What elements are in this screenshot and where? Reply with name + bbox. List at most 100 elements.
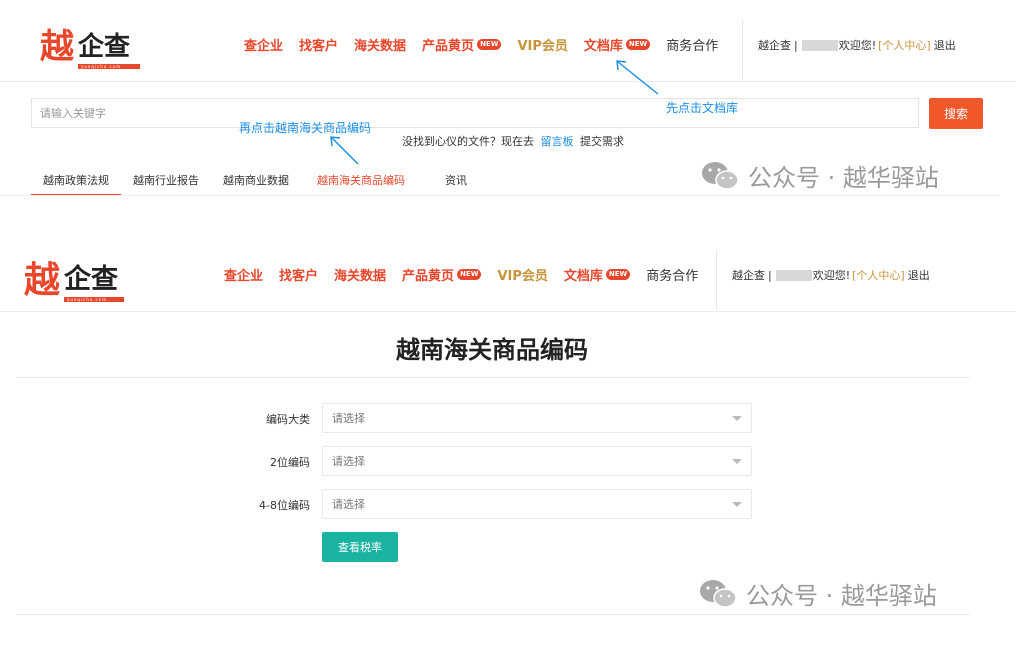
annotation-step1: 先点击文档库 xyxy=(666,101,739,115)
main-nav: 查企业 找客户 海关数据 产品黄页 NEW VIP会员 文档库 NEW 商务合作 xyxy=(244,35,734,54)
view-tax-rate-button[interactable]: 查看税率 xyxy=(322,532,398,562)
site-logo[interactable]: 越 企查 yueqicha.com xyxy=(40,30,140,72)
nav-label: 文档库 xyxy=(583,39,623,54)
logo-text: 企查 xyxy=(64,264,118,295)
nav-find-company[interactable]: 查企业 xyxy=(224,265,263,284)
nav-label: 海关数据 xyxy=(334,269,387,284)
site-logo[interactable]: 越 企查 yueqicha.com xyxy=(24,262,124,304)
tab-policy[interactable]: 越南政策法规 xyxy=(31,172,121,196)
logo-text: 企查 xyxy=(78,32,131,62)
user-center-link[interactable]: [个人中心] xyxy=(878,37,931,53)
select-2digit[interactable]: 请选择 xyxy=(322,446,752,476)
form-label-4-8digit: 4-8位编码 xyxy=(259,499,310,512)
select-placeholder: 请选择 xyxy=(332,498,365,511)
user-site: 越企查 xyxy=(732,269,765,282)
logo-tagline: yueqicha.com xyxy=(81,64,122,69)
tab-news[interactable]: 资讯 xyxy=(429,172,479,196)
main-nav: 查企业 找客户 海关数据 产品黄页 NEW VIP会员 文档库 NEW 商务合作 xyxy=(224,265,714,284)
search-button[interactable]: 搜索 xyxy=(929,98,983,129)
logout-link[interactable]: 退出 xyxy=(908,267,930,283)
chevron-down-icon xyxy=(732,459,742,464)
user-center-link[interactable]: [个人中心] xyxy=(852,267,905,283)
nav-label: 海关数据 xyxy=(354,39,407,54)
nav-label: VIP会员 xyxy=(497,269,548,284)
tabs-bottom-line xyxy=(0,195,1000,196)
nav-doc-library[interactable]: 文档库 NEW xyxy=(563,265,631,284)
nav-label: VIP会员 xyxy=(517,39,568,54)
nav-label: 文档库 xyxy=(563,269,603,284)
logo-char: 越 xyxy=(40,27,74,67)
username-blurred xyxy=(801,39,838,51)
watermark-text: 公众号 · 越华驿站 xyxy=(746,582,937,610)
header-divider xyxy=(742,20,743,80)
logo-char: 越 xyxy=(24,259,61,301)
nav-find-company[interactable]: 查企业 xyxy=(244,35,283,54)
nav-customs-data[interactable]: 海关数据 xyxy=(354,35,406,54)
welcome-text: 欢迎您! xyxy=(812,269,851,282)
nav-label: 找客户 xyxy=(279,269,319,284)
category-tabs: 越南政策法规 越南行业报告 越南商业数据 越南海关商品编码 资讯 xyxy=(31,172,479,196)
select-category[interactable]: 请选择 xyxy=(322,403,752,433)
request-hint: 没找到心仪的文件？现在去 留言板 提交需求 xyxy=(402,133,624,149)
nav-vip[interactable]: VIP会员 xyxy=(497,265,547,284)
nav-business[interactable]: 商务合作 xyxy=(666,35,718,54)
tab-customs-codes[interactable]: 越南海关商品编码 xyxy=(301,172,429,196)
hint-prefix: 没找到心仪的文件？现在去 xyxy=(402,135,534,148)
chevron-down-icon xyxy=(732,502,742,507)
user-sep: | xyxy=(794,38,798,52)
select-4-8digit[interactable]: 请选择 xyxy=(322,489,752,519)
header-divider xyxy=(716,250,717,310)
nav-label: 商务合作 xyxy=(646,269,699,284)
nav-label: 产品黄页 xyxy=(422,39,475,54)
form-label-category: 编码大类 xyxy=(266,413,310,426)
search-input[interactable]: 请输入关键字 xyxy=(31,98,919,128)
nav-vip[interactable]: VIP会员 xyxy=(517,35,567,54)
user-site: 越企查 xyxy=(758,39,791,52)
tab-industry-report[interactable]: 越南行业报告 xyxy=(121,172,211,196)
wechat-icon xyxy=(702,161,739,190)
nav-product-pages[interactable]: 产品黄页 NEW xyxy=(422,35,502,54)
nav-find-customer[interactable]: 找客户 xyxy=(299,35,338,54)
nav-label: 查企业 xyxy=(244,39,284,54)
new-badge: NEW xyxy=(625,39,651,50)
bottom-line xyxy=(16,614,970,615)
select-placeholder: 请选择 xyxy=(332,455,365,468)
nav-doc-library[interactable]: 文档库 NEW xyxy=(583,35,651,54)
welcome-text: 欢迎您! xyxy=(838,39,877,52)
watermark: 公众号 · 越华驿站 xyxy=(700,158,939,193)
user-sep: | xyxy=(768,268,772,282)
watermark-text: 公众号 · 越华驿站 xyxy=(748,164,939,192)
arrow-icon xyxy=(616,60,659,95)
tab-business-data[interactable]: 越南商业数据 xyxy=(211,172,301,196)
new-badge: NEW xyxy=(605,269,631,280)
nav-label: 产品黄页 xyxy=(402,269,455,284)
new-badge: NEW xyxy=(457,269,482,280)
nav-label: 商务合作 xyxy=(666,39,719,54)
watermark: 公众号 · 越华驿站 xyxy=(698,576,937,611)
select-placeholder: 请选择 xyxy=(332,412,365,425)
wechat-icon xyxy=(700,579,737,608)
header-bottom-line xyxy=(0,311,1016,312)
logo-tagline: yueqicha.com xyxy=(67,297,108,302)
nav-find-customer[interactable]: 找客户 xyxy=(279,265,318,284)
nav-label: 找客户 xyxy=(299,39,339,54)
nav-business[interactable]: 商务合作 xyxy=(646,265,698,284)
chevron-down-icon xyxy=(732,416,742,421)
hint-suffix: 提交需求 xyxy=(580,135,624,148)
page-title: 越南海关商品编码 xyxy=(396,336,588,364)
logout-link[interactable]: 退出 xyxy=(934,37,956,53)
logo-tagline-bar: yueqicha.com xyxy=(64,297,124,302)
username-blurred xyxy=(775,269,812,281)
title-divider xyxy=(16,377,970,378)
header-bottom-line xyxy=(0,81,1016,82)
nav-product-pages[interactable]: 产品黄页 NEW xyxy=(402,265,482,284)
user-area: 越企查 | 欢迎您! [个人中心] 退出 xyxy=(758,37,956,53)
nav-customs-data[interactable]: 海关数据 xyxy=(334,265,386,284)
user-area: 越企查 | 欢迎您! [个人中心] 退出 xyxy=(732,267,930,283)
nav-label: 查企业 xyxy=(224,269,264,284)
message-board-link[interactable]: 留言板 xyxy=(541,135,574,148)
form-label-2digit: 2位编码 xyxy=(270,456,310,469)
search-placeholder: 请输入关键字 xyxy=(40,107,106,120)
new-badge: NEW xyxy=(477,39,502,50)
arrow-icon xyxy=(330,136,359,165)
